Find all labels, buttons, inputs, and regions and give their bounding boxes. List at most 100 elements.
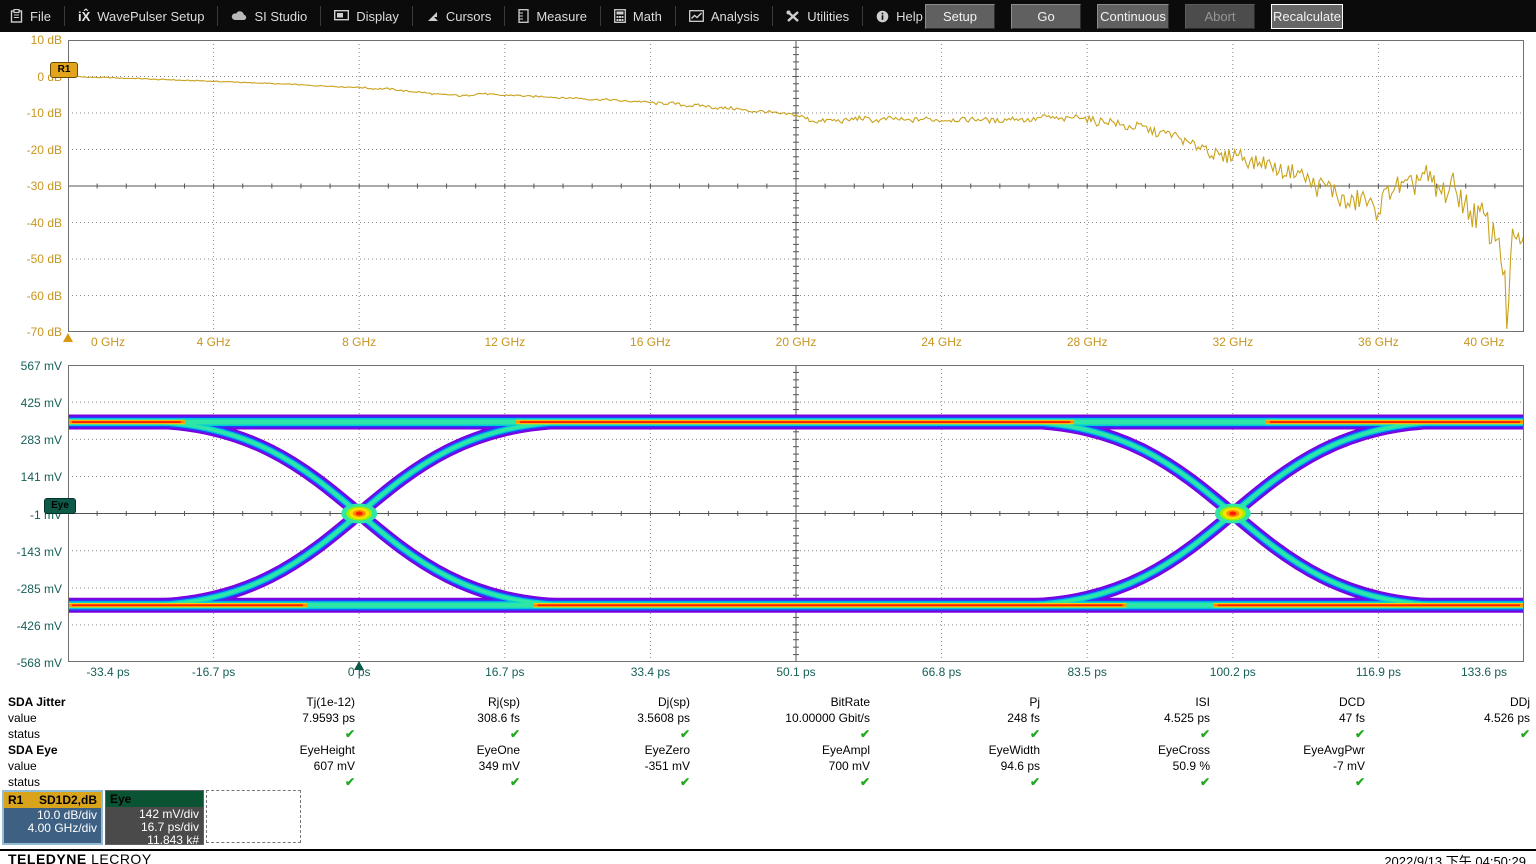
clock-timestamp: 2022/9/13 下午 04:50:29 [1384, 851, 1526, 864]
menu-item-file[interactable]: File [0, 6, 65, 26]
r1-trace-badge[interactable]: R1 [50, 62, 78, 78]
recalculate-button[interactable]: Recalculate [1271, 4, 1343, 29]
brand-logo-light: LECROY [91, 851, 152, 864]
measurement-value: -7 mV [1215, 759, 1365, 773]
menu-item-si-studio[interactable]: SI Studio [218, 6, 321, 26]
sparam-x-tick-label: 40 GHz [1444, 335, 1524, 349]
action-button-group: Setup Go Continuous Abort Recalculate [925, 4, 1343, 29]
cursors-icon [426, 10, 439, 23]
eye-y-tick-label: 425 mV [0, 396, 62, 410]
measurement-value: 308.6 fs [370, 711, 520, 725]
sparam-x-tick-label: 12 GHz [465, 335, 545, 349]
sparam-y-tick-label: -70 dB [0, 325, 62, 339]
eye-y-tick-label: -568 mV [0, 656, 62, 670]
sparam-y-tick-label: 10 dB [0, 33, 62, 47]
descriptor-box-r1[interactable]: R1 SD1D2,dB 10.0 dB/div 4.00 GHz/div [2, 790, 103, 845]
scope-application-window: File iX̂ WavePulser Setup SI Studio Disp… [0, 0, 1536, 864]
status-pass-checkmark: ✔ [1215, 727, 1377, 741]
status-pass-checkmark: ✔ [540, 727, 702, 741]
brand-logo: TELEDYNE LECROY [8, 851, 152, 864]
eye-y-tick-label: -426 mV [0, 619, 62, 633]
menu-item-analysis[interactable]: Analysis [676, 6, 773, 26]
sparam-y-tick-label: -30 dB [0, 179, 62, 193]
utilities-icon [786, 10, 800, 23]
math-icon [614, 9, 626, 23]
measurement-value: 700 mV [720, 759, 870, 773]
sparam-y-tick-label: -50 dB [0, 252, 62, 266]
menu-item-label: WavePulser Setup [97, 9, 204, 24]
menu-item-label: Help [896, 9, 923, 24]
descriptor-box-empty[interactable] [206, 790, 301, 843]
go-button[interactable]: Go [1011, 4, 1081, 29]
sparam-origin-marker [63, 333, 73, 342]
display-icon [334, 10, 349, 22]
eye-trace-badge[interactable]: Eye [44, 498, 76, 514]
status-pass-checkmark: ✔ [1215, 775, 1377, 789]
descriptor-box-eye[interactable]: Eye 142 mV/div 16.7 ps/div 11.843 k# [105, 790, 204, 845]
eye-y-tick-label: 141 mV [0, 470, 62, 484]
sparam-x-tick-label: 24 GHz [902, 335, 982, 349]
measurement-column-name: Tj(1e-12) [205, 695, 355, 709]
measurement-value: 248 fs [890, 711, 1040, 725]
menu-item-display[interactable]: Display [321, 6, 413, 26]
sparam-frequency-response-plot[interactable] [68, 40, 1524, 332]
measurement-column-name: EyeWidth [890, 743, 1040, 757]
menu-item-cursors[interactable]: Cursors [413, 6, 506, 26]
setup-button[interactable]: Setup [925, 4, 995, 29]
continuous-button[interactable]: Continuous [1097, 4, 1169, 29]
analysis-icon [689, 10, 704, 22]
descriptor-r1-id: R1 [8, 793, 23, 807]
menu-item-label: File [30, 9, 51, 24]
measurement-value: 10.00000 Gbit/s [720, 711, 870, 725]
measurement-value: 94.6 ps [890, 759, 1040, 773]
measurement-column-name: Pj [890, 695, 1040, 709]
measurement-value: -351 mV [540, 759, 690, 773]
measurement-row-label: value [8, 759, 37, 773]
sparam-x-tick-label: 20 GHz [756, 335, 836, 349]
menu-item-label: SI Studio [254, 9, 307, 24]
status-pass-checkmark: ✔ [890, 727, 1052, 741]
measurement-column-name: BitRate [720, 695, 870, 709]
status-pass-checkmark: ✔ [890, 775, 1052, 789]
eye-x-tick-label: 100.2 ps [1193, 665, 1273, 679]
eye-x-tick-label: -16.7 ps [174, 665, 254, 679]
menu-item-label: Analysis [711, 9, 759, 24]
measurement-row-label: value [8, 711, 37, 725]
status-pass-checkmark: ✔ [205, 775, 367, 789]
status-pass-checkmark: ✔ [1060, 775, 1222, 789]
status-pass-checkmark: ✔ [370, 727, 532, 741]
menu-item-utilities[interactable]: Utilities [773, 6, 863, 26]
brand-logo-bold: TELEDYNE [8, 851, 87, 864]
eye-x-tick-label: 116.9 ps [1338, 665, 1418, 679]
sparam-y-tick-label: -20 dB [0, 143, 62, 157]
measurement-column-name: Dj(sp) [540, 695, 690, 709]
menu-item-measure[interactable]: Measure [505, 6, 601, 26]
measurement-column-name: EyeAmpl [720, 743, 870, 757]
measurement-column-name: EyeAvgPwr [1215, 743, 1365, 757]
descriptor-r1-hscale: 4.00 GHz/div [4, 822, 97, 835]
abort-button: Abort [1185, 4, 1255, 29]
sparam-x-tick-label: 36 GHz [1338, 335, 1418, 349]
status-pass-checkmark: ✔ [540, 775, 702, 789]
menu-item-wavepulser-setup[interactable]: iX̂ WavePulser Setup [65, 6, 218, 26]
menu-item-label: Display [356, 9, 399, 24]
eye-diagram-plot[interactable] [68, 365, 1524, 662]
footer-divider [0, 849, 1536, 851]
sparam-y-tick-label: -10 dB [0, 106, 62, 120]
eye-x-tick-label: 33.4 ps [610, 665, 690, 679]
measurement-group-title: SDA Eye [8, 743, 58, 757]
measurement-group-title: SDA Jitter [8, 695, 66, 709]
menu-item-label: Measure [536, 9, 587, 24]
measurement-value: 4.525 ps [1060, 711, 1210, 725]
measurement-column-name: EyeOne [370, 743, 520, 757]
status-pass-checkmark: ✔ [720, 727, 882, 741]
menu-item-label: Math [633, 9, 662, 24]
descriptor-eye-count: 11.843 k# [106, 834, 199, 847]
status-pass-checkmark: ✔ [720, 775, 882, 789]
eye-x-tick-label: 50.1 ps [756, 665, 836, 679]
menu-item-math[interactable]: Math [601, 6, 676, 26]
measurement-value: 607 mV [205, 759, 355, 773]
measurement-column-name: ISI [1060, 695, 1210, 709]
descriptor-eye-id: Eye [110, 792, 131, 806]
measurement-value: 7.9593 ps [205, 711, 355, 725]
